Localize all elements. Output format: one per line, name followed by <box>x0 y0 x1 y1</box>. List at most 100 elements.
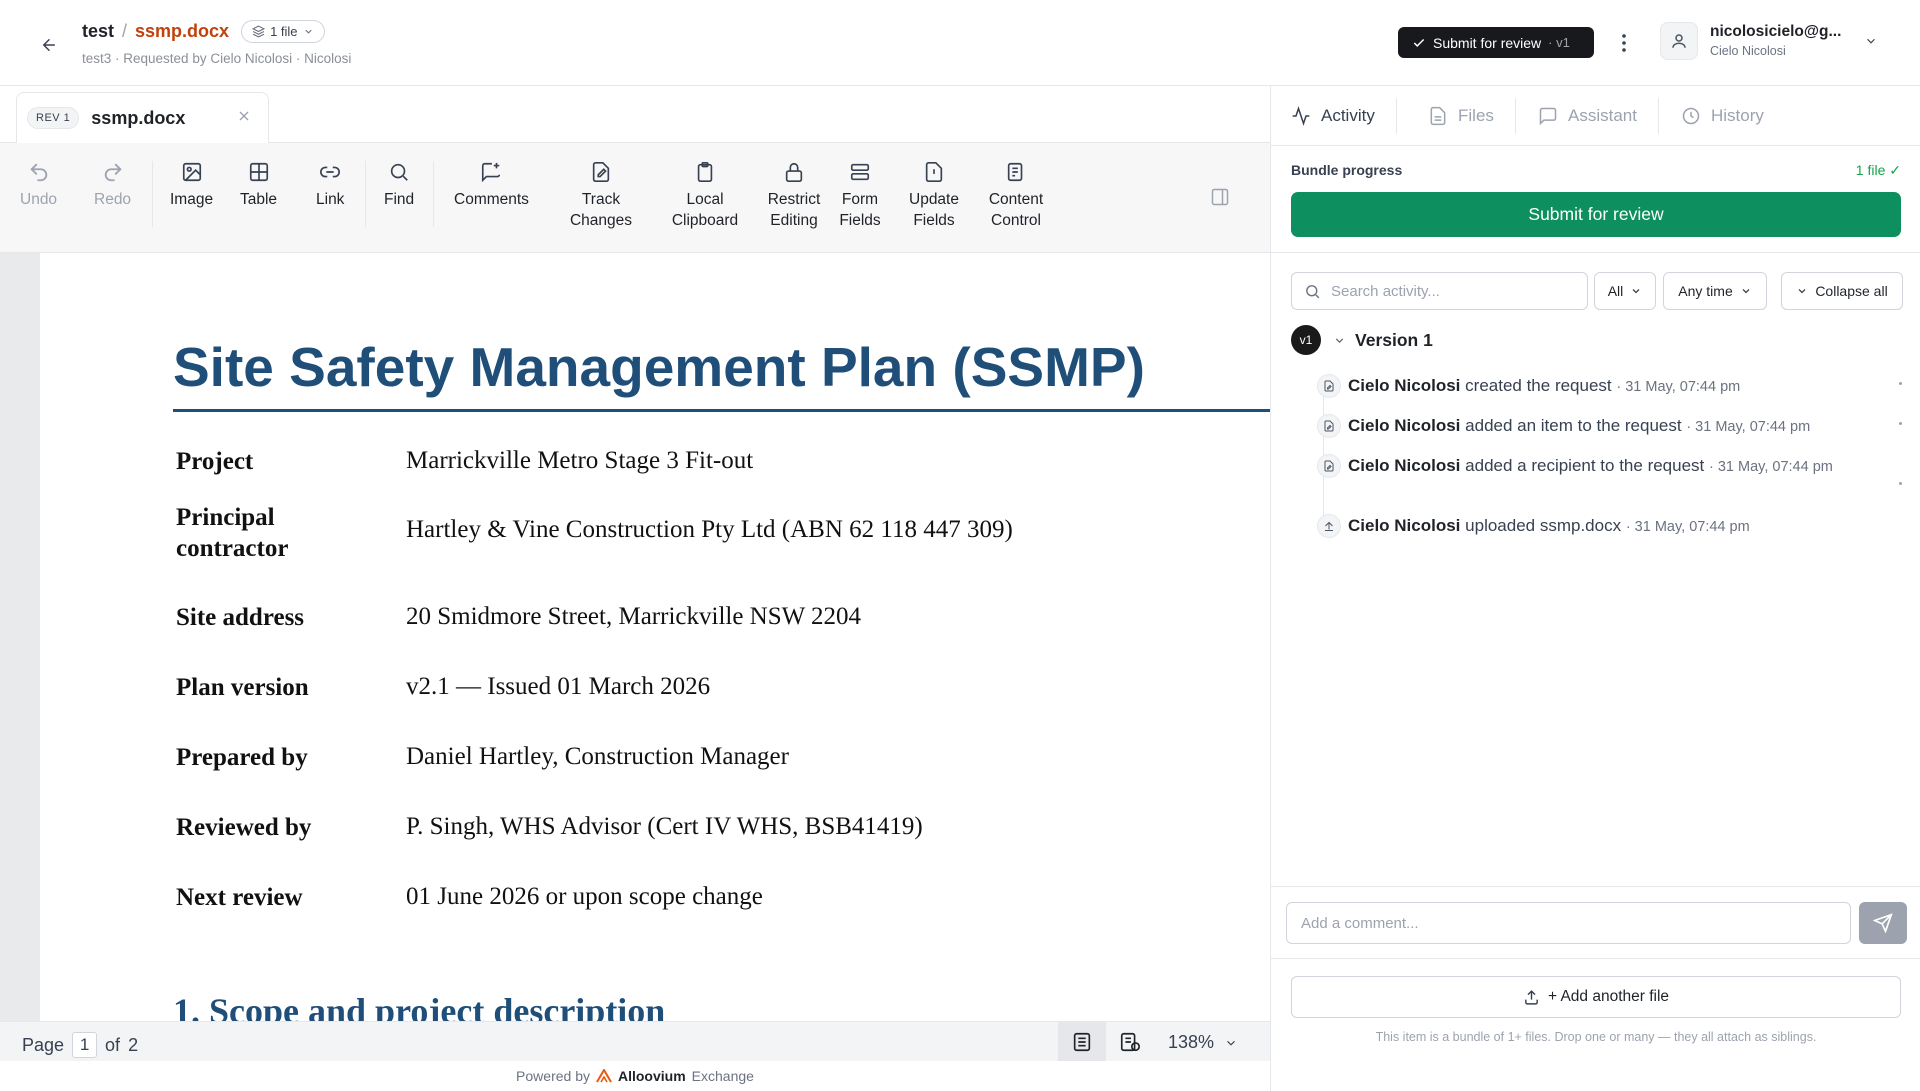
page-number-input[interactable]: 1 <box>72 1032 98 1058</box>
comment-box[interactable] <box>1286 902 1851 944</box>
upload-icon <box>1317 514 1341 538</box>
document-tab-name: ssmp.docx <box>91 107 186 128</box>
user-menu[interactable]: nicolosicielo@g... Cielo Nicolosi <box>1660 22 1875 60</box>
panel-divider <box>1271 252 1920 253</box>
breadcrumb-project[interactable]: test <box>82 21 114 42</box>
activity-action: created the request <box>1465 376 1612 395</box>
tab-assistant-label: Assistant <box>1568 106 1637 125</box>
print-layout-button[interactable] <box>1058 1022 1106 1062</box>
lock-icon <box>785 162 803 182</box>
activity-actor: Cielo Nicolosi <box>1348 376 1461 395</box>
local-clipboard-button[interactable]: Local Clipboard <box>668 161 742 232</box>
activity-icon <box>1292 106 1310 126</box>
toolbar-divider <box>433 161 434 227</box>
file-count-label: 1 file <box>270 24 298 39</box>
track-changes-button[interactable]: Track Changes <box>568 161 634 232</box>
filter-type-label: All <box>1607 283 1624 299</box>
panel-divider <box>1271 886 1920 887</box>
toolbar-divider <box>365 161 366 227</box>
web-layout-button[interactable] <box>1106 1022 1154 1062</box>
comment-input[interactable] <box>1301 915 1831 935</box>
activity-timestamp: · 31 May, 07:44 pm <box>1625 519 1750 535</box>
tab-activity[interactable]: Activity <box>1291 86 1397 146</box>
row-key: Prepared by <box>176 744 308 771</box>
filter-time-select[interactable]: Any time <box>1663 272 1767 310</box>
tab-history-label: History <box>1711 106 1764 125</box>
collapse-all-button[interactable]: Collapse all <box>1781 272 1903 310</box>
activity-marker <box>1899 382 1902 385</box>
table-button[interactable]: Table <box>240 161 277 211</box>
find-button[interactable]: Find <box>384 161 414 211</box>
clipboard-icon <box>697 162 713 182</box>
activity-timestamp: · 31 May, 07:44 pm <box>1616 379 1741 395</box>
content-control-button[interactable]: Content Control <box>986 161 1046 232</box>
activity-search-input[interactable] <box>1331 282 1571 300</box>
tab-divider <box>1514 98 1516 134</box>
tab-assistant[interactable]: Assistant <box>1538 86 1659 146</box>
version-title: Version 1 <box>1355 329 1433 350</box>
title-rule <box>173 409 1270 412</box>
tab-activity-label: Activity <box>1321 106 1375 125</box>
send-comment-button[interactable] <box>1859 902 1907 944</box>
update-fields-button[interactable]: Update Fields <box>906 161 962 232</box>
activity-search[interactable] <box>1291 272 1588 310</box>
restrict-editing-button[interactable]: Restrict Editing <box>764 161 824 232</box>
top-bar: test / ssmp.docx 1 file test3 · Requeste… <box>0 0 1920 86</box>
toolbar-divider <box>152 161 153 227</box>
track-changes-icon <box>592 162 610 182</box>
page-total: 2 <box>128 1034 139 1055</box>
breadcrumb-file[interactable]: ssmp.docx <box>135 21 229 42</box>
bundle-progress-label: Bundle progress <box>1291 162 1403 178</box>
chevron-down-icon <box>1333 334 1346 347</box>
redo-button[interactable]: Redo <box>94 161 131 211</box>
activity-actor: Cielo Nicolosi <box>1348 416 1461 435</box>
tab-files[interactable]: Files <box>1428 86 1516 146</box>
version-group-header[interactable]: v1 Version 1 <box>1291 325 1433 355</box>
check-icon <box>1413 38 1425 47</box>
row-key: Plan version <box>176 674 309 701</box>
breadcrumb-separator: / <box>122 21 128 41</box>
zoom-value: 138% <box>1168 1032 1215 1052</box>
close-tab-icon[interactable] <box>236 108 252 124</box>
image-label: Image <box>170 191 214 208</box>
form-fields-button[interactable]: Form Fields <box>838 161 882 232</box>
tab-divider <box>1657 98 1659 134</box>
redo-icon <box>104 163 122 182</box>
file-count-chip[interactable]: 1 file <box>241 20 325 43</box>
submit-for-review-button[interactable]: Submit for review <box>1291 192 1901 237</box>
chevron-down-icon <box>1632 289 1640 294</box>
activity-action: added a recipient to the request <box>1465 456 1705 475</box>
link-icon <box>320 166 341 178</box>
local-clipboard-label: Local Clipboard <box>671 191 739 229</box>
filter-time-label: Any time <box>1678 283 1733 299</box>
link-button[interactable]: Link <box>316 161 344 211</box>
table-icon <box>249 162 268 182</box>
panel-divider <box>1271 958 1920 959</box>
search-icon <box>390 163 408 181</box>
upload-icon <box>1525 989 1538 1005</box>
document-tab[interactable]: REV 1 ssmp.docx <box>16 92 269 143</box>
update-fields-label: Update Fields <box>909 191 959 229</box>
row-value: 01 June 2026 or upon scope change <box>406 883 763 910</box>
submit-for-review-top-button[interactable]: Submit for review · v1 <box>1398 27 1594 58</box>
row-value: 20 Smidmore Street, Marrickville NSW 220… <box>406 603 862 630</box>
zoom-chevron-down-icon <box>1227 1040 1235 1046</box>
comments-button[interactable]: Comments <box>454 161 529 211</box>
chevron-down-icon <box>1798 289 1806 294</box>
zoom-select[interactable]: 138% <box>1168 1032 1238 1053</box>
back-arrow-icon[interactable] <box>36 32 62 58</box>
document-canvas[interactable]: Site Safety Management Plan (SSMP) Proje… <box>0 253 1270 1021</box>
row-value: Marrickville Metro Stage 3 Fit-out <box>406 447 754 474</box>
content-control-label: Content Control <box>988 191 1044 229</box>
undo-button[interactable]: Undo <box>20 161 57 211</box>
row-key: Site address <box>176 604 305 631</box>
add-another-file-button[interactable]: + Add another file <box>1291 976 1901 1018</box>
tab-history[interactable]: History <box>1681 86 1764 146</box>
filter-type-select[interactable]: All <box>1594 272 1656 310</box>
more-options-icon[interactable] <box>1614 30 1634 56</box>
image-button[interactable]: Image <box>170 161 213 211</box>
row-key: Reviewed by <box>176 814 312 841</box>
document-page[interactable]: Site Safety Management Plan (SSMP) Proje… <box>40 253 1270 1021</box>
toggle-sidebar-icon[interactable] <box>1210 187 1230 207</box>
image-icon <box>182 162 201 182</box>
